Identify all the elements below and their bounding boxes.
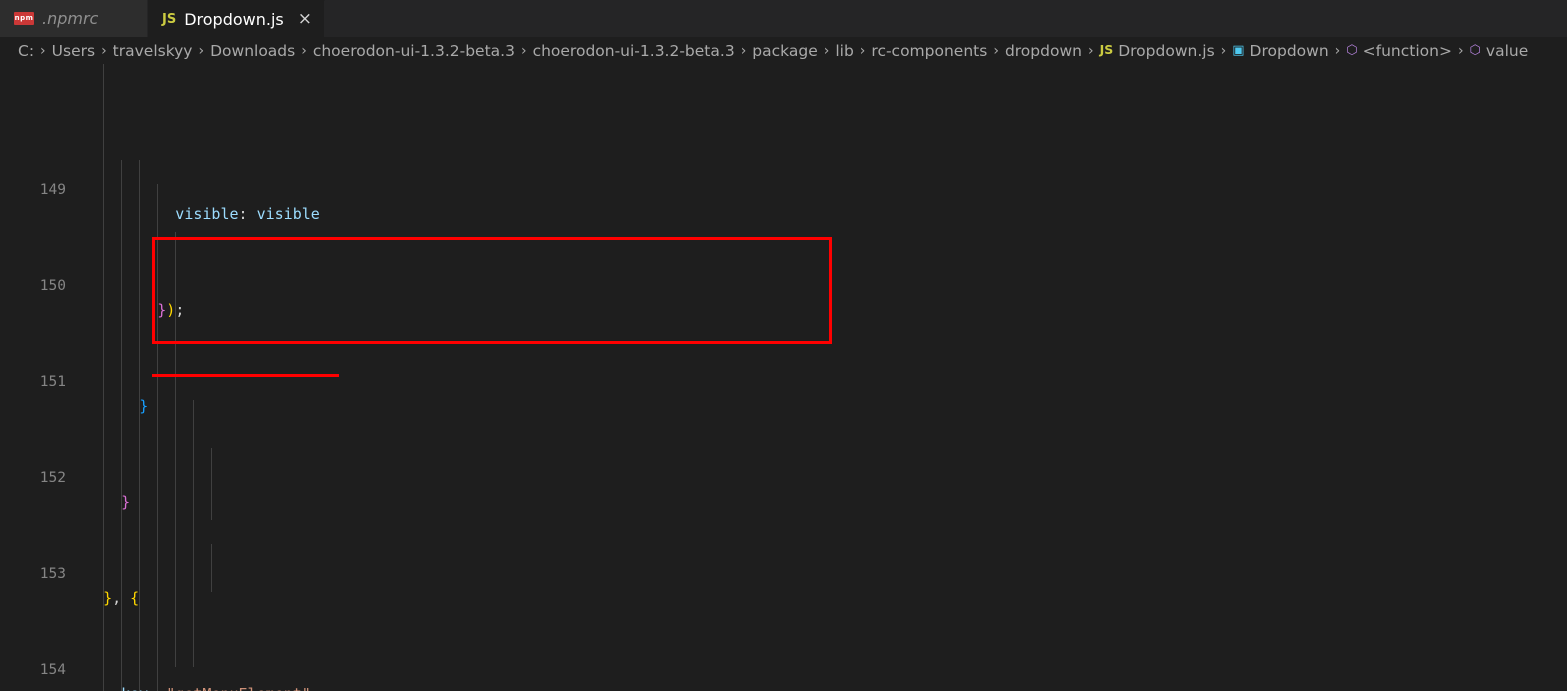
line-number: 149	[39, 182, 66, 198]
breadcrumb-label: Users	[51, 41, 96, 60]
code-lines: 149 visible: visible 150 }); 151 } 152 }…	[0, 64, 1567, 691]
breadcrumb-item-dropdown-folder[interactable]: dropdown	[1005, 42, 1082, 60]
class-symbol-icon: ▣	[1232, 43, 1245, 58]
breadcrumb-label: dropdown	[1004, 41, 1082, 60]
code-line: 150 });	[0, 250, 1567, 319]
breadcrumb-item-rc-components[interactable]: rc-components	[871, 42, 987, 60]
breadcrumb-item-class-dropdown[interactable]: ▣ Dropdown	[1232, 42, 1328, 60]
chevron-right-icon: ›	[520, 42, 527, 59]
breadcrumb-item-choerodon-inner[interactable]: choerodon-ui-1.3.2-beta.3	[533, 42, 735, 60]
symbol-cube-icon: ⬡	[1469, 43, 1481, 58]
close-icon[interactable]: ×	[298, 10, 312, 28]
line-content: }	[139, 397, 149, 415]
js-file-icon: JS	[162, 11, 177, 27]
line-content: }, {	[103, 589, 140, 607]
code-editor[interactable]: 149 visible: visible 150 }); 151 } 152 }…	[0, 64, 1567, 691]
chevron-right-icon: ›	[1220, 42, 1227, 59]
tab-npmrc[interactable]: npm .npmrc	[0, 0, 148, 37]
line-number: 152	[39, 470, 66, 486]
chevron-right-icon: ›	[40, 42, 46, 59]
breadcrumb-item-lib[interactable]: lib	[835, 42, 853, 60]
tab-label: .npmrc	[42, 9, 99, 28]
chevron-right-icon: ›	[823, 42, 830, 59]
npm-icon: npm	[14, 12, 34, 25]
code-line: 154 key: "getMenuElement",	[0, 634, 1567, 691]
code-line: 149 visible: visible	[0, 154, 1567, 223]
breadcrumb-label: choerodon-ui-1.3.2-beta.3	[312, 41, 515, 60]
breadcrumb-item-choerodon-outer[interactable]: choerodon-ui-1.3.2-beta.3	[313, 42, 515, 60]
breadcrumb-label: lib	[835, 41, 854, 60]
chevron-right-icon: ›	[1457, 42, 1464, 59]
chevron-right-icon: ›	[1087, 42, 1094, 59]
breadcrumb-item-package[interactable]: package	[752, 42, 817, 60]
breadcrumb-label: choerodon-ui-1.3.2-beta.3	[532, 41, 735, 60]
symbol-cube-icon: ⬡	[1346, 43, 1358, 58]
breadcrumb-label: value	[1485, 41, 1529, 60]
breadcrumb-label: travelskyy	[112, 41, 193, 60]
editor-tab-bar: npm .npmrc JS Dropdown.js ×	[0, 0, 1567, 37]
chevron-right-icon: ›	[101, 42, 107, 59]
chevron-right-icon: ›	[740, 42, 747, 59]
line-number: 150	[39, 278, 66, 294]
breadcrumb-item-drive[interactable]: C:	[18, 42, 34, 60]
line-content: });	[157, 301, 185, 319]
line-number: 151	[39, 374, 66, 390]
tab-label: Dropdown.js	[184, 9, 284, 29]
tab-dropdown-js[interactable]: JS Dropdown.js ×	[148, 0, 325, 37]
breadcrumb-label: Downloads	[210, 41, 296, 60]
breadcrumb-item-value[interactable]: ⬡ value	[1470, 42, 1529, 60]
code-line: 151 }	[0, 346, 1567, 415]
line-content: }	[121, 493, 131, 511]
breadcrumb-label: Dropdown	[1249, 41, 1329, 60]
line-content: key: "getMenuElement",	[85, 682, 320, 691]
breadcrumb-label: <function>	[1362, 41, 1452, 60]
breadcrumb-label: package	[752, 41, 818, 60]
breadcrumb: C: › Users › travelskyy › Downloads › ch…	[0, 37, 1567, 64]
tab-bar-empty-space	[324, 0, 1567, 37]
chevron-right-icon: ›	[859, 42, 866, 59]
breadcrumb-item-function[interactable]: ⬡ <function>	[1346, 42, 1452, 60]
code-line: 152 }	[0, 442, 1567, 511]
breadcrumb-label: Dropdown.js	[1118, 41, 1215, 60]
chevron-right-icon: ›	[301, 42, 307, 59]
js-file-icon: JS	[1099, 42, 1114, 58]
chevron-right-icon: ›	[993, 42, 999, 59]
breadcrumb-item-users[interactable]: Users	[52, 42, 95, 60]
line-content: visible: visible	[85, 205, 320, 223]
line-number: 153	[39, 566, 66, 582]
breadcrumb-item-dropdown-js[interactable]: JS Dropdown.js	[1100, 42, 1215, 60]
breadcrumb-item-downloads[interactable]: Downloads	[210, 42, 295, 60]
code-line: 153 }, {	[0, 538, 1567, 607]
breadcrumb-item-travelskyy[interactable]: travelskyy	[113, 42, 193, 60]
breadcrumb-label: rc-components	[871, 41, 988, 60]
chevron-right-icon: ›	[1334, 42, 1341, 59]
chevron-right-icon: ›	[198, 42, 205, 59]
line-number: 154	[39, 662, 66, 678]
breadcrumb-label: C:	[18, 41, 35, 60]
